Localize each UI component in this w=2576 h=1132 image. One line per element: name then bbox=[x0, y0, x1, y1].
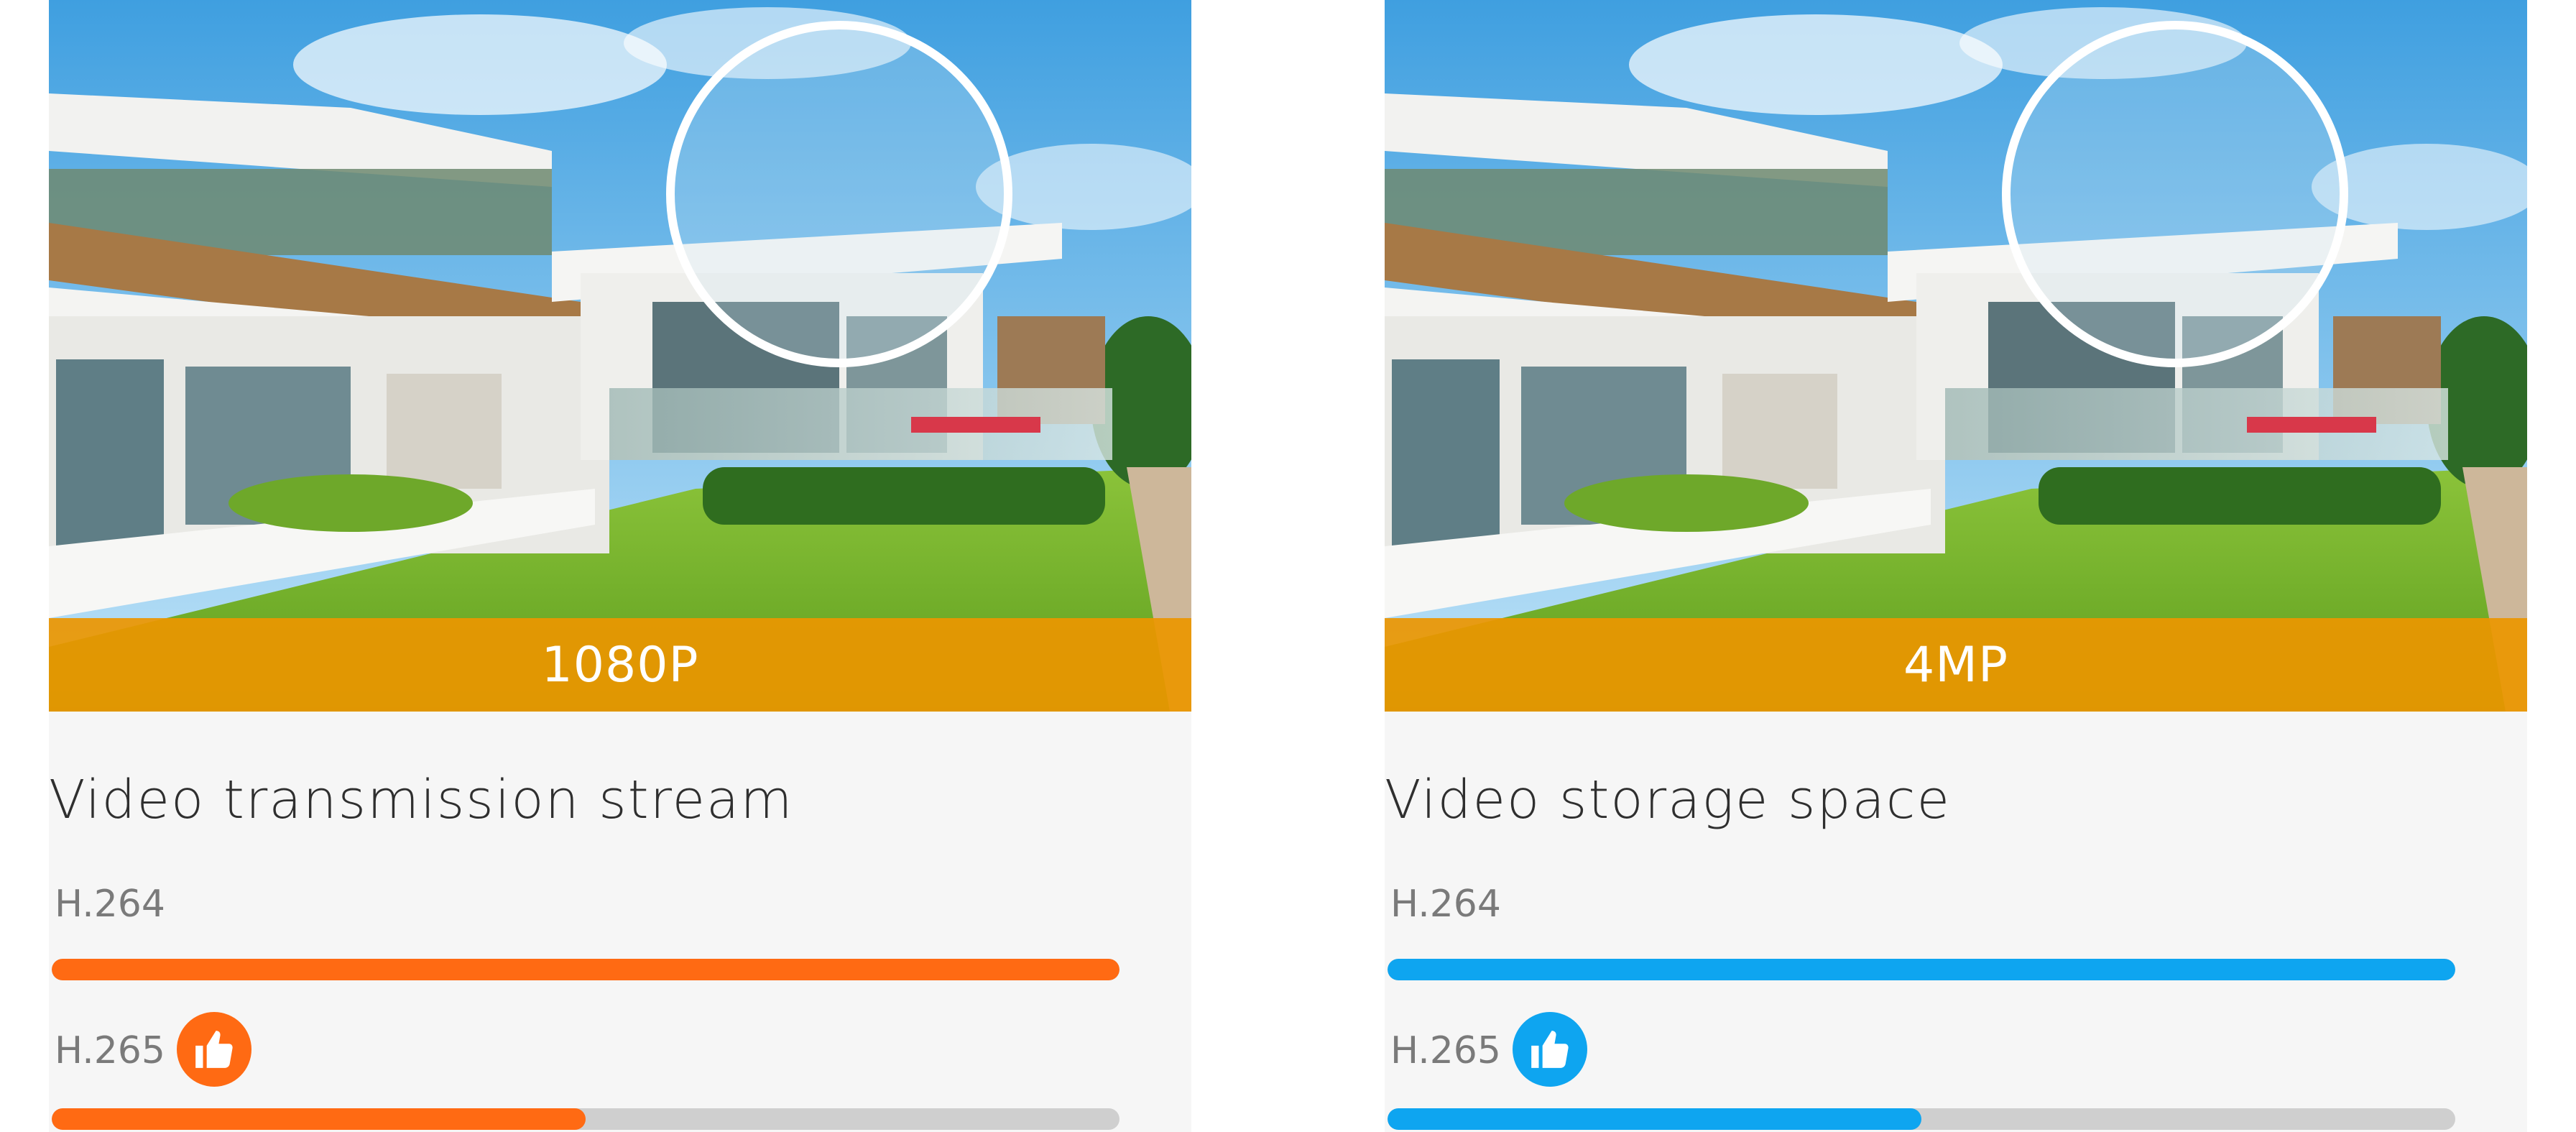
h264-bar-fill bbox=[1388, 959, 2455, 980]
recommended-badge bbox=[1513, 1012, 1587, 1087]
recommended-badge bbox=[177, 1012, 251, 1087]
codec-label-h264: H.264 bbox=[55, 883, 165, 926]
h264-bar-fill bbox=[52, 959, 1120, 980]
thumbs-up-icon bbox=[1531, 1031, 1569, 1068]
resolution-band: 1080P bbox=[49, 618, 1191, 712]
resolution-label: 1080P bbox=[541, 636, 699, 694]
house-illustration bbox=[1385, 0, 2527, 712]
house-photo: 4MP bbox=[1385, 0, 2527, 712]
h264-bar-track bbox=[1388, 959, 2455, 980]
panel-storage: 4MP Video storage space H.264 H.265 bbox=[1385, 0, 2527, 1132]
h265-bar-fill bbox=[1388, 1108, 1921, 1130]
section-title: Video storage space bbox=[1385, 769, 1952, 831]
section-title: Video transmission stream bbox=[49, 769, 794, 831]
house-illustration bbox=[49, 0, 1191, 712]
thumbs-up-icon bbox=[195, 1031, 233, 1068]
comparison-graphic: 1080P Video transmission stream H.264 H.… bbox=[0, 0, 2576, 1132]
codec-label-h265: H.265 bbox=[55, 1029, 165, 1072]
h265-bar-fill bbox=[52, 1108, 586, 1130]
codec-label-h265: H.265 bbox=[1390, 1029, 1501, 1072]
house-photo: 1080P bbox=[49, 0, 1191, 712]
h264-bar-track bbox=[52, 959, 1120, 980]
panel-transmission: 1080P Video transmission stream H.264 H.… bbox=[49, 0, 1191, 1132]
resolution-label: 4MP bbox=[1903, 636, 2008, 694]
h265-bar-track bbox=[52, 1108, 1120, 1130]
resolution-band: 4MP bbox=[1385, 618, 2527, 712]
codec-label-h264: H.264 bbox=[1390, 883, 1501, 926]
h265-bar-track bbox=[1388, 1108, 2455, 1130]
